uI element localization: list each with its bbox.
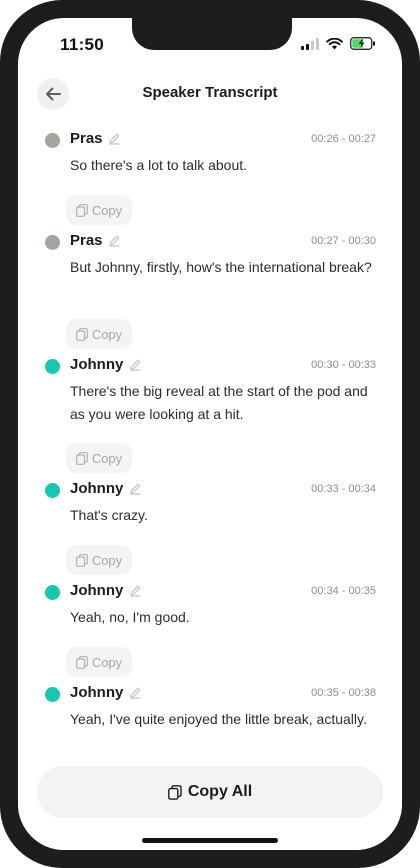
header: Speaker Transcript: [18, 78, 402, 122]
transcript-list[interactable]: Pras 00:26 - 00:27 So there's a lot to t…: [18, 124, 402, 744]
page-title: Speaker Transcript: [142, 84, 278, 101]
speaker-color-dot: [45, 235, 60, 250]
timestamp: 00:34 - 00:35: [311, 585, 376, 597]
speaker-name: Johnny: [70, 356, 124, 373]
copy-button-label: Copy: [91, 552, 123, 568]
battery-charging-icon: [350, 37, 375, 50]
timestamp: 00:27 - 00:30: [311, 235, 376, 247]
pencil-edit-icon[interactable]: [129, 686, 142, 699]
copy-icon: [75, 203, 88, 217]
timestamp: 00:33 - 00:34: [311, 483, 376, 495]
copy-button-label: Copy: [91, 326, 123, 342]
copy-button[interactable]: Copy: [66, 195, 132, 225]
speaker-name: Johnny: [70, 684, 124, 701]
copy-button[interactable]: Copy: [66, 319, 132, 349]
bottom-bar: Copy All: [18, 754, 402, 850]
transcript-text: So there's a lot to talk about.: [70, 157, 248, 173]
copy-button-label: Copy: [91, 202, 123, 218]
transcript-text: Yeah, no, I'm good.: [70, 609, 190, 625]
home-indicator: [142, 838, 278, 843]
copy-icon: [167, 784, 182, 800]
transcript-text: Yeah, I've quite enjoyed the little brea…: [70, 711, 367, 727]
transcript-text: That's crazy.: [70, 507, 148, 523]
notch: [132, 18, 292, 50]
wifi-icon: [326, 37, 343, 49]
speaker-color-dot: [45, 687, 60, 702]
speaker-color-dot: [45, 133, 60, 148]
status-time: 11:50: [60, 35, 105, 54]
screen: 11:50 Speaker Transcript Pras 00:26 - 00…: [18, 18, 402, 850]
copy-all-button[interactable]: Copy All: [37, 766, 383, 818]
speaker-color-dot: [45, 585, 60, 600]
speaker-color-dot: [45, 359, 60, 374]
copy-icon: [75, 553, 88, 567]
transcript-text: There's the big reveal at the start of t…: [70, 383, 368, 422]
phone-frame: 11:50 Speaker Transcript Pras 00:26 - 00…: [0, 0, 420, 868]
speaker-name: Pras: [70, 232, 103, 249]
copy-button[interactable]: Copy: [66, 443, 132, 473]
pencil-edit-icon[interactable]: [108, 234, 121, 247]
timestamp: 00:30 - 00:33: [311, 359, 376, 371]
copy-all-label: Copy All: [187, 783, 253, 800]
pencil-edit-icon[interactable]: [129, 584, 142, 597]
cellular-signal-icon: [301, 37, 319, 50]
pencil-edit-icon[interactable]: [129, 358, 142, 371]
speaker-name: Johnny: [70, 480, 124, 497]
copy-button-label: Copy: [91, 654, 123, 670]
copy-button[interactable]: Copy: [66, 647, 132, 677]
copy-icon: [75, 655, 88, 669]
speaker-color-dot: [45, 483, 60, 498]
pencil-edit-icon[interactable]: [129, 482, 142, 495]
transcript-text: But Johnny, firstly, how's the internati…: [70, 259, 372, 275]
copy-button-label: Copy: [91, 450, 123, 466]
speaker-name: Johnny: [70, 582, 124, 599]
speaker-name: Pras: [70, 130, 103, 147]
pencil-edit-icon[interactable]: [108, 132, 121, 145]
copy-icon: [75, 327, 88, 341]
status-icons: [301, 37, 376, 50]
timestamp: 00:35 - 00:38: [311, 687, 376, 699]
copy-button[interactable]: Copy: [66, 545, 132, 575]
timestamp: 00:26 - 00:27: [311, 133, 376, 145]
copy-icon: [75, 451, 88, 465]
